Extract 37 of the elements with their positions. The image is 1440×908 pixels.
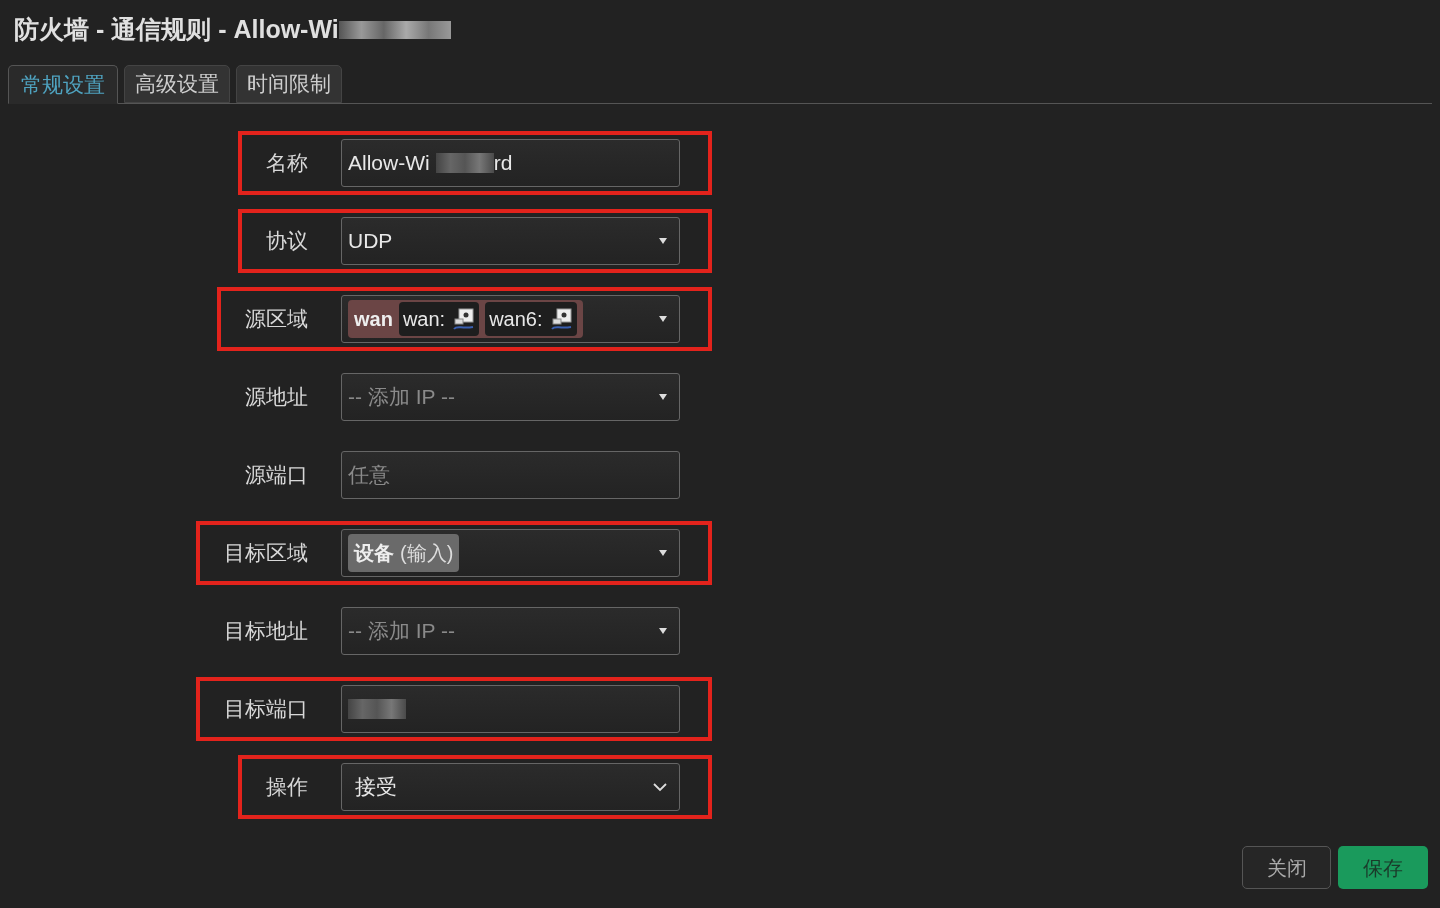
- field-label: 名称: [266, 150, 308, 177]
- field-label: 源端口: [245, 462, 308, 489]
- chevron-down-icon: [653, 782, 667, 792]
- zone-name: 设备: [354, 541, 394, 566]
- tab[interactable]: 常规设置: [8, 65, 118, 104]
- field-label: 操作: [266, 774, 308, 801]
- zone-dropdown[interactable]: wan wan: wan6:: [341, 295, 680, 343]
- dropdown-arrow-icon: [659, 316, 667, 322]
- field-label: 协议: [266, 228, 308, 255]
- network-tag: wan6:: [485, 302, 577, 336]
- dropdown[interactable]: UDP: [341, 217, 680, 265]
- zone-name: wan: [354, 307, 393, 332]
- network-port-icon: [451, 307, 476, 331]
- text-field[interactable]: [341, 685, 680, 733]
- dropdown-arrow-icon: [659, 394, 667, 400]
- tab[interactable]: 高级设置: [124, 65, 230, 103]
- network-port-icon: [548, 307, 573, 331]
- dropdown[interactable]: 接受: [341, 763, 680, 811]
- dialog-title: 防火墙 - 通信规则 - Allow-Wi: [14, 14, 339, 46]
- zone-dropdown[interactable]: 设备 (输入): [341, 529, 680, 577]
- field-label: 目标区域: [224, 540, 308, 567]
- save-button[interactable]: 保存: [1338, 846, 1428, 889]
- dropdown[interactable]: -- 添加 IP --: [341, 373, 680, 421]
- field-label: 目标地址: [224, 618, 308, 645]
- dropdown-arrow-icon: [659, 550, 667, 556]
- text-field[interactable]: 任意: [341, 451, 680, 499]
- network-tag: wan:: [398, 302, 480, 336]
- field-label: 源地址: [245, 384, 308, 411]
- dropdown-arrow-icon: [659, 628, 667, 634]
- tab[interactable]: 时间限制: [236, 65, 342, 103]
- field-label: 源区域: [245, 306, 308, 333]
- text-field[interactable]: Allow-Wi rd: [341, 139, 680, 187]
- field-label: 目标端口: [224, 696, 308, 723]
- zone-note: (输入): [400, 541, 454, 566]
- close-button[interactable]: 关闭: [1242, 846, 1331, 889]
- dropdown-arrow-icon: [659, 238, 667, 244]
- dropdown[interactable]: -- 添加 IP --: [341, 607, 680, 655]
